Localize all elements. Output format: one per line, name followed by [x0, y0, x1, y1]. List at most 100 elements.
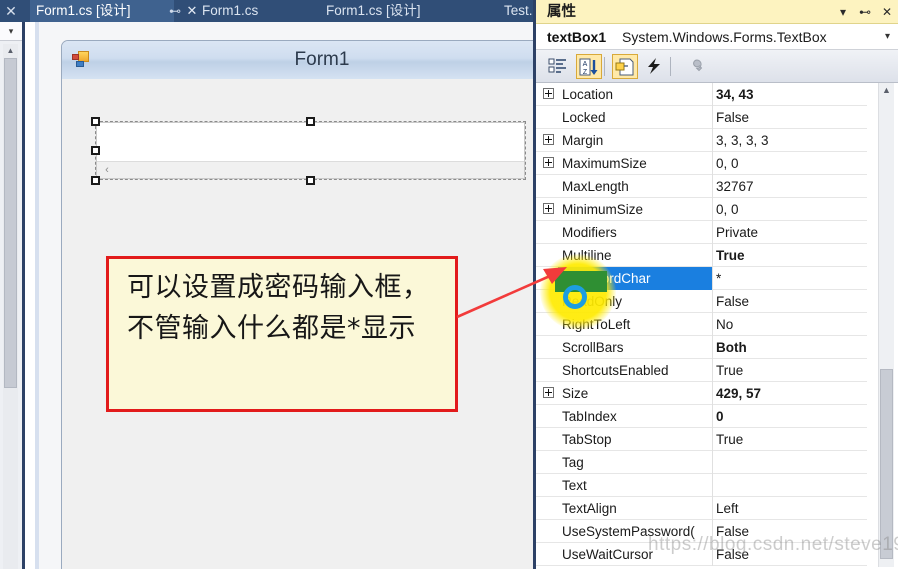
selected-object-row[interactable]: textBox1 System.Windows.Forms.TextBox ▾ — [536, 24, 898, 50]
close-icon[interactable]: ✕ — [184, 1, 200, 21]
alphabetical-view-icon: AZ — [579, 58, 599, 76]
property-row[interactable]: RightToLeft No — [536, 313, 867, 336]
properties-page-icon — [615, 58, 635, 76]
close-icon-left[interactable]: ✕ — [2, 1, 20, 21]
editor-tab-1[interactable]: Form1.cs — [196, 0, 282, 22]
scrollbar-thumb[interactable] — [4, 58, 17, 388]
dropdown-menu-button[interactable]: ▾ — [834, 0, 852, 24]
properties-toolbar: AZ — [536, 50, 898, 83]
property-value[interactable]: False — [716, 520, 864, 543]
property-row[interactable]: TextAlign Left — [536, 497, 867, 520]
annotation-text: 可以设置成密码输入框，不管输入什么都是*显示 — [127, 272, 430, 344]
property-value[interactable]: Left — [716, 497, 864, 520]
pin-button[interactable]: ⊷ — [856, 0, 874, 24]
column-divider — [712, 198, 713, 221]
property-value[interactable]: 429, 57 — [716, 382, 864, 405]
property-value[interactable]: 0, 0 — [716, 152, 864, 175]
property-row[interactable]: PasswordChar * — [536, 267, 867, 290]
property-name: MinimumSize — [562, 202, 644, 217]
close-button[interactable]: ✕ — [878, 0, 896, 24]
property-row[interactable]: Locked False — [536, 106, 867, 129]
property-name: TextAlign — [562, 501, 617, 516]
property-value[interactable]: 0, 0 — [716, 198, 864, 221]
property-row[interactable]: ReadOnly False — [536, 290, 867, 313]
property-value[interactable]: True — [716, 359, 864, 382]
property-value[interactable]: Private — [716, 221, 864, 244]
property-row[interactable]: TabStop True — [536, 428, 867, 451]
column-divider — [712, 520, 713, 543]
property-row[interactable]: TabIndex 0 — [536, 405, 867, 428]
rail-dropdown-button[interactable]: ▾ — [0, 22, 22, 41]
property-row[interactable]: MinimumSize 0, 0 — [536, 198, 867, 221]
annotation-callout-box: 可以设置成密码输入框，不管输入什么都是*显示 — [106, 256, 458, 412]
property-row[interactable]: Location 34, 43 — [536, 83, 867, 106]
property-value[interactable]: 3, 3, 3, 3 — [716, 129, 864, 152]
column-divider — [712, 175, 713, 198]
toolbar-separator — [670, 57, 671, 76]
property-row[interactable]: Margin 3, 3, 3, 3 — [536, 129, 867, 152]
expand-plus-icon[interactable] — [543, 157, 554, 168]
textbox1-control[interactable]: ‹ — [96, 122, 525, 179]
property-row[interactable]: Tag — [536, 451, 867, 474]
property-value[interactable]: True — [716, 244, 864, 267]
scroll-up-arrow-icon[interactable]: ▲ — [3, 44, 18, 57]
resize-handle-top-center[interactable] — [306, 117, 315, 126]
categorized-view-icon — [548, 57, 568, 75]
resize-handle-top-left[interactable] — [91, 117, 100, 126]
property-row[interactable]: MaxLength 32767 — [536, 175, 867, 198]
properties-page-button[interactable] — [612, 54, 638, 79]
editor-tab-0[interactable]: Form1.cs [设计] — [30, 0, 174, 22]
left-vertical-scrollbar[interactable]: ▲ — [3, 44, 18, 569]
property-value[interactable]: True — [716, 428, 864, 451]
property-name: Locked — [562, 110, 606, 125]
pin-icon[interactable]: ⊷ — [168, 2, 182, 20]
events-button[interactable] — [642, 54, 668, 79]
property-name: Tag — [562, 455, 584, 470]
scroll-up-arrow-icon[interactable]: ▲ — [879, 83, 894, 98]
property-row[interactable]: Size 429, 57 — [536, 382, 867, 405]
property-row[interactable]: Multiline True — [536, 244, 867, 267]
property-row[interactable]: UseSystemPassword(False — [536, 520, 867, 543]
chevron-down-icon[interactable]: ▾ — [885, 24, 890, 50]
resize-handle-bottom-left[interactable] — [91, 176, 100, 185]
column-divider — [712, 497, 713, 520]
property-value[interactable]: * — [716, 267, 864, 290]
property-value[interactable]: 34, 43 — [716, 83, 864, 106]
property-row[interactable]: UseWaitCursor False — [536, 543, 867, 566]
column-divider — [712, 106, 713, 129]
expand-plus-icon[interactable] — [543, 134, 554, 145]
property-row[interactable]: Text — [536, 474, 867, 497]
expand-plus-icon[interactable] — [543, 203, 554, 214]
properties-grid[interactable]: Location 34, 43 Locked False Margin 3, 3, 3, … — [536, 83, 898, 569]
property-value[interactable]: Both — [716, 336, 864, 359]
expand-plus-icon[interactable] — [543, 387, 554, 398]
property-value[interactable]: 32767 — [716, 175, 864, 198]
property-pages-button[interactable] — [682, 54, 708, 79]
property-name: ScrollBars — [562, 340, 624, 355]
alphabetical-view-button[interactable]: AZ — [576, 54, 602, 79]
expand-plus-icon[interactable] — [543, 88, 554, 99]
resize-handle-bottom-center[interactable] — [306, 176, 315, 185]
properties-panel: 属性 ▾ ⊷ ✕ textBox1 System.Windows.Forms.Tex… — [533, 0, 898, 569]
property-name: ShortcutsEnabled — [562, 363, 669, 378]
property-value[interactable]: False — [716, 106, 864, 129]
property-value[interactable]: False — [716, 290, 864, 313]
properties-vertical-scrollbar[interactable]: ▲ — [878, 83, 894, 567]
editor-tab-2[interactable]: Form1.cs [设计] — [320, 0, 456, 22]
property-row[interactable]: MaximumSize 0, 0 — [536, 152, 867, 175]
property-row[interactable]: ShortcutsEnabled True — [536, 359, 867, 382]
column-divider — [712, 428, 713, 451]
property-value[interactable]: No — [716, 313, 864, 336]
property-row[interactable]: ScrollBars Both — [536, 336, 867, 359]
property-value[interactable]: False — [716, 543, 864, 566]
property-value[interactable]: 0 — [716, 405, 864, 428]
scroll-left-arrow-icon[interactable]: ‹ — [99, 162, 115, 179]
scrollbar-thumb[interactable] — [880, 369, 893, 559]
column-divider — [712, 244, 713, 267]
property-name: MaxLength — [562, 179, 629, 194]
column-divider — [712, 267, 713, 290]
categorized-view-button[interactable] — [546, 54, 572, 79]
property-row[interactable]: Modifiers Private — [536, 221, 867, 244]
properties-panel-titlebar: 属性 ▾ ⊷ ✕ — [536, 0, 898, 24]
resize-handle-middle-left[interactable] — [91, 146, 100, 155]
